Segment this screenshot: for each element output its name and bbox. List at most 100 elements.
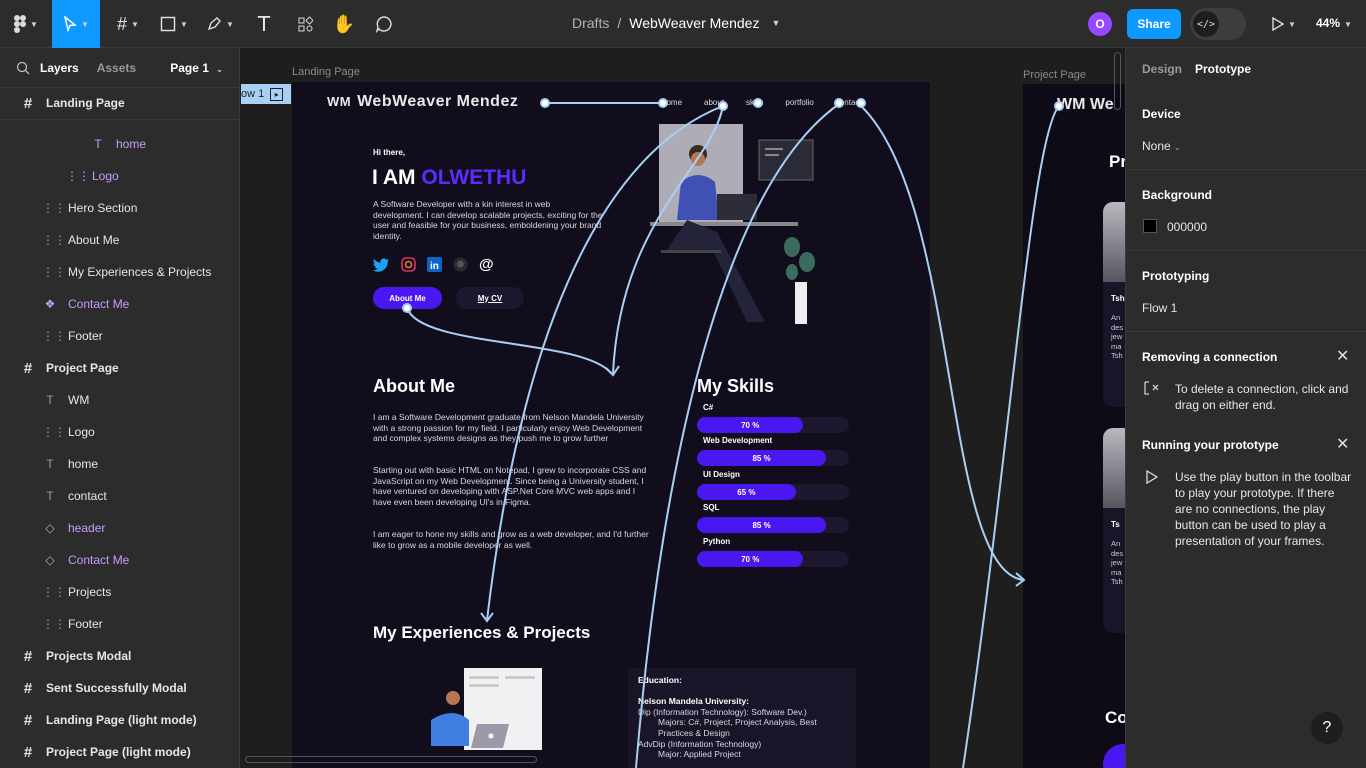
background-swatch[interactable] [1143, 219, 1157, 233]
layer-item[interactable]: ⋮⋮ Hero Section [0, 192, 240, 224]
layer-label: Project Page [46, 361, 119, 375]
breadcrumb-separator: / [617, 15, 622, 31]
layer-item[interactable]: Thome [0, 128, 240, 160]
layer-item[interactable]: # Project Page (light mode) [0, 736, 240, 768]
canvas[interactable]: Landing Page Project Page ow 1 ▸ WM WebWe… [241, 48, 1125, 768]
layer-label: Landing Page [46, 96, 125, 110]
resources-button[interactable] [290, 0, 320, 48]
layer-label: header [68, 521, 106, 535]
flow-item[interactable]: Flow 1 [1142, 301, 1177, 315]
layer-item[interactable]: ⋮⋮ Footer [0, 608, 240, 640]
code-icon: </> [1193, 11, 1219, 37]
left-panel-tabs: Layers Assets Page 1 ⌄ [0, 48, 239, 88]
frame-icon: # [23, 359, 33, 377]
comment-icon [375, 16, 392, 33]
breadcrumb-drafts[interactable]: Drafts [572, 15, 609, 31]
prototyping-section: Prototyping Flow 1 [1126, 251, 1366, 332]
layer-item[interactable]: ⋮⋮ Logo [0, 160, 240, 192]
divider [0, 119, 240, 120]
connection-node [540, 98, 550, 108]
device-select[interactable]: None ⌄ [1142, 139, 1181, 153]
instance-icon: ◇ [45, 521, 55, 535]
zoom-level[interactable]: 44% ▼ [1316, 16, 1352, 30]
layer-item[interactable]: ⋮⋮ Logo [0, 416, 240, 448]
layer-label: Footer [68, 617, 103, 631]
help-button[interactable]: ? [1311, 712, 1343, 744]
layer-label: Hero Section [68, 201, 138, 215]
text-icon: T [46, 489, 54, 503]
close-icon[interactable]: ✕ [1336, 434, 1349, 454]
page-selector[interactable]: Page 1 ⌄ [170, 61, 223, 75]
hand-icon: ✋ [332, 13, 356, 35]
tab-assets[interactable]: Assets [97, 61, 136, 75]
layer-item[interactable]: ◇ Contact Me [0, 544, 240, 576]
frame-tool-button[interactable]: # ▼ [108, 0, 148, 48]
layer-item[interactable]: # Sent Successfully Modal [0, 672, 240, 704]
group-icon: ⋮⋮ [66, 169, 90, 183]
connection-node [834, 98, 844, 108]
dev-mode-toggle[interactable]: </> [1190, 8, 1246, 40]
connection-contact [858, 103, 1024, 581]
background-hex-input[interactable]: 000000 [1167, 220, 1207, 234]
layer-item[interactable]: # Projects Modal [0, 640, 240, 672]
figma-logo-icon [14, 15, 27, 33]
tip-1-body: To delete a connection, click and drag o… [1175, 382, 1349, 412]
connection-node [856, 98, 866, 108]
tab-layers[interactable]: Layers [40, 61, 79, 75]
properties-panel: Design Prototype Device None ⌄ Backgroun… [1125, 48, 1366, 768]
layer-item[interactable]: # Landing Page [0, 87, 240, 119]
chevron-down-icon: ▼ [1344, 20, 1352, 29]
figma-menu-button[interactable]: ▼ [8, 0, 44, 48]
chevron-down-icon: ▼ [226, 19, 234, 29]
component-icon: ❖ [44, 297, 56, 311]
chevron-down-icon: ⌄ [1174, 143, 1181, 152]
connection-node [718, 101, 728, 111]
chevron-down-icon: ▼ [30, 19, 38, 29]
cursor-icon [64, 16, 77, 32]
frame-icon: # [23, 711, 33, 729]
text-icon: T [46, 393, 54, 407]
frame-icon: # [23, 679, 33, 697]
close-icon[interactable]: ✕ [1336, 346, 1349, 366]
tab-prototype[interactable]: Prototype [1195, 62, 1251, 76]
frame-icon: # [117, 13, 128, 34]
remove-connection-icon [1144, 381, 1159, 395]
frame-icon: # [23, 743, 33, 761]
layer-item[interactable]: # Project Page [0, 352, 240, 384]
prototype-connections[interactable] [241, 48, 1125, 768]
avatar[interactable]: O [1088, 12, 1112, 36]
layer-item[interactable]: ⋮⋮ About Me [0, 224, 240, 256]
tab-design[interactable]: Design [1142, 62, 1182, 76]
layer-item[interactable]: ❖ Contact Me [0, 288, 240, 320]
layers-panel: Layers Assets Page 1 ⌄ # Landing Page Thom… [0, 48, 240, 768]
layer-item[interactable]: Tcontact [0, 480, 240, 512]
layer-item[interactable]: ⋮⋮ Footer [0, 320, 240, 352]
file-name[interactable]: WebWeaver Mendez [629, 15, 759, 31]
layer-item[interactable]: ⋮⋮ Projects [0, 576, 240, 608]
hand-tool-button[interactable]: ✋ [330, 0, 358, 48]
layer-item[interactable]: ⋮⋮ My Experiences & Projects [0, 256, 240, 288]
layer-label: Projects Modal [46, 649, 132, 663]
move-tool-button[interactable]: ▼ [52, 0, 100, 48]
pen-icon [207, 17, 221, 31]
present-button[interactable]: ▼ [1266, 0, 1302, 48]
chevron-down-icon[interactable]: ▼ [771, 18, 780, 28]
tip-removing-connection: Removing a connection ✕ To delete a conn… [1126, 332, 1366, 420]
layer-label: My Experiences & Projects [68, 265, 212, 279]
comment-tool-button[interactable] [370, 0, 398, 48]
share-button[interactable]: Share [1127, 9, 1181, 39]
layer-item[interactable]: Thome [0, 448, 240, 480]
layer-item[interactable]: # Landing Page (light mode) [0, 704, 240, 736]
text-tool-button[interactable]: T [250, 0, 278, 48]
layer-item[interactable]: T WM [0, 384, 240, 416]
instance-icon: ◇ [45, 553, 55, 567]
shape-tool-button[interactable]: ▼ [154, 0, 194, 48]
search-icon[interactable] [16, 61, 30, 75]
layer-label: About Me [68, 233, 120, 247]
group-icon: ⋮⋮ [42, 265, 66, 279]
layer-label: Contact Me [68, 553, 130, 567]
layer-label: Contact Me [68, 297, 130, 311]
text-icon: T [46, 457, 54, 471]
pen-tool-button[interactable]: ▼ [200, 0, 240, 48]
layer-item[interactable]: ◇ header [0, 512, 240, 544]
